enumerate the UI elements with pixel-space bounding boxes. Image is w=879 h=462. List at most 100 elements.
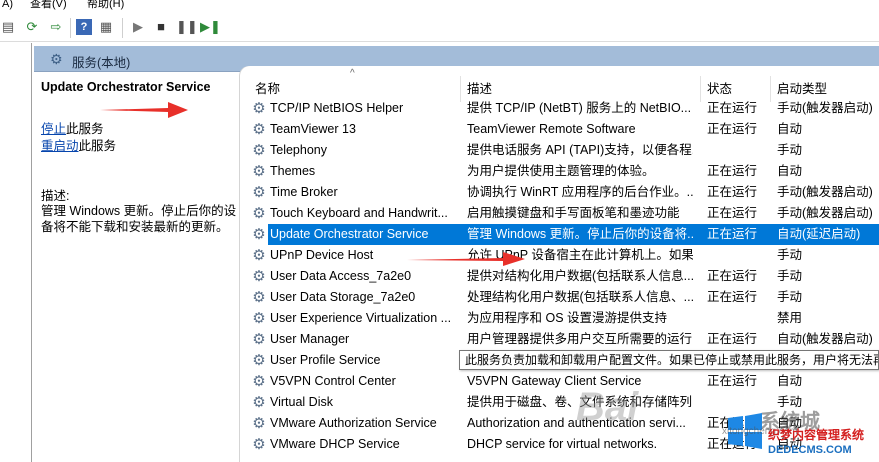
service-name: Telephony (270, 143, 327, 157)
service-row[interactable]: ⚙ User Data Storage_7a2e0 处理结构化用户数据(包括联系人信… (240, 287, 879, 308)
gear-icon: ⚙ (252, 373, 266, 390)
stop-service-suffix: 此服务 (66, 122, 104, 136)
gear-icon: ⚙ (252, 247, 266, 264)
stop-service-icon[interactable]: ■ (153, 19, 169, 35)
start-service-icon[interactable]: ▶ (130, 19, 146, 35)
service-status: 正在运行 (707, 227, 758, 241)
service-name: User Data Storage_7a2e0 (270, 290, 416, 304)
help-icon[interactable]: ? (76, 19, 92, 35)
service-name: TCP/IP NetBIOS Helper (270, 101, 404, 115)
gear-icon: ⚙ (252, 310, 266, 327)
stop-service-link[interactable]: 停止 (41, 122, 66, 136)
pause-service-icon[interactable]: ❚❚ (176, 19, 198, 35)
description-label: 描述: (41, 189, 70, 203)
service-startup-type: 自动 (777, 122, 803, 136)
dedecms-url-watermark: DEDECMS.COM (768, 444, 852, 456)
service-startup-type: 自动(触发器启动) (777, 332, 873, 346)
service-startup-type: 手动 (777, 269, 803, 283)
service-status: 正在运行 (707, 101, 758, 115)
service-name: User Manager (270, 332, 350, 346)
restart-service-icon[interactable]: ▶❚ (200, 19, 221, 35)
service-name: Touch Keyboard and Handwrit... (270, 206, 448, 220)
menu-action[interactable]: A) (2, 0, 13, 10)
column-header-name[interactable]: 名称 (255, 78, 280, 97)
toolbar: ▤ ⟳ ⇨ ? ▦ ▶ ■ ❚❚ ▶❚ (0, 14, 879, 42)
service-name: TeamViewer 13 (270, 122, 356, 136)
gear-icon: ⚙ (252, 184, 266, 201)
service-name: User Profile Service (270, 353, 381, 367)
service-row[interactable]: ⚙ Time Broker 协调执行 WinRT 应用程序的后台作业。... 正在运行… (240, 182, 879, 203)
service-status: 正在运行 (707, 332, 758, 346)
service-description: TeamViewer Remote Software (467, 122, 636, 136)
service-row[interactable]: ⚙ TeamViewer 13 TeamViewer Remote Software… (240, 119, 879, 140)
selected-row-icon-cell[interactable]: ⚙ (240, 224, 268, 245)
toolbar-separator (122, 18, 123, 38)
services-list: ^ 名称 描述 状态 启动类型 ⚙ TCP/IP NetBIOS Helper 提供… (240, 66, 879, 462)
service-description: 用户管理器提供多用户交互所需要的运行... (467, 332, 693, 346)
service-row[interactable]: ⚙ TCP/IP NetBIOS Helper 提供 TCP/IP (NetBT) … (240, 98, 879, 119)
service-description: 启用触摸键盘和手写面板笔和墨迹功能 (467, 206, 680, 220)
service-startup-type: 手动 (777, 290, 803, 304)
menu-help[interactable]: 帮助(H) (87, 0, 124, 10)
gear-icon: ⚙ (252, 394, 266, 411)
gear-icon: ⚙ (252, 226, 266, 243)
service-tooltip: 此服务负责加载和卸载用户配置文件。如果已停止或禁用此服务，用户将无法再 (459, 350, 879, 370)
show-tree-icon[interactable]: ▤ (0, 19, 16, 35)
export-list-icon[interactable]: ⇨ (48, 19, 64, 35)
gear-icon: ⚙ (252, 436, 266, 453)
service-row[interactable]: ⚙ Telephony 提供电话服务 API (TAPI)支持，以便各程... 手动 (240, 140, 879, 161)
column-header-description[interactable]: 描述 (467, 78, 492, 97)
service-startup-type: 禁用 (777, 311, 803, 325)
service-row[interactable]: ⚙ User Data Access_7a2e0 提供对结构化用户数据(包括联系人信… (240, 266, 879, 287)
refresh-icon[interactable]: ⟳ (24, 19, 40, 35)
service-row[interactable]: ⚙ V5VPN Control Center V5VPN Gateway Clien… (240, 371, 879, 392)
service-startup-type: 自动(延迟启动) (777, 227, 861, 241)
menu-view[interactable]: 查看(V) (30, 0, 67, 10)
annotation-arrow-icon (100, 102, 188, 118)
description-text: 管理 Windows 更新。停止后你的设备将不能下载和安装最新的更新。 (41, 204, 237, 234)
service-row-selected[interactable]: Update Orchestrator Service 管理 Windows 更新… (268, 224, 879, 245)
service-row[interactable]: ⚙ Touch Keyboard and Handwrit... 启用触摸键盘和手写… (240, 203, 879, 224)
console-tree[interactable] (0, 43, 32, 462)
gear-icon: ⚙ (252, 205, 266, 222)
restart-service-suffix: 此服务 (78, 139, 117, 153)
service-startup-type: 手动(触发器启动) (777, 206, 873, 220)
service-description: 提供 TCP/IP (NetBT) 服务上的 NetBIO... (467, 101, 692, 115)
service-row[interactable]: ⚙ User Manager 用户管理器提供多用户交互所需要的运行... 正在运行 自动… (240, 329, 879, 350)
service-description: 协调执行 WinRT 应用程序的后台作业。... (467, 185, 693, 199)
column-header-status[interactable]: 状态 (707, 78, 732, 97)
service-status: 正在运行 (707, 164, 758, 178)
gear-icon: ⚙ (252, 163, 266, 180)
annotation-arrow-icon (407, 252, 525, 266)
restart-service-link[interactable]: 重启动 (41, 139, 79, 153)
service-status: 正在运行 (707, 122, 758, 136)
properties-icon[interactable]: ▦ (98, 19, 114, 35)
restart-service-line: 重启动此服务 (41, 135, 116, 154)
service-status: 正在运行 (707, 290, 758, 304)
service-startup-type: 自动 (777, 374, 803, 388)
service-row[interactable]: ⚙ Themes 为用户提供使用主题管理的体验。 正在运行 自动 (240, 161, 879, 182)
gear-icon: ⚙ (252, 331, 266, 348)
service-detail-pane: Update Orchestrator Service 停止此服务 重启动此服务… (34, 73, 240, 462)
selected-service-name: Update Orchestrator Service (41, 80, 211, 94)
service-description: 提供电话服务 API (TAPI)支持，以便各程... (467, 143, 693, 157)
gear-icon: ⚙ (252, 415, 266, 432)
service-status: 正在运行 (707, 269, 758, 283)
service-startup-type: 手动 (777, 143, 803, 157)
baidu-watermark: Bai (576, 385, 639, 429)
gear-icon: ⚙ (50, 51, 63, 67)
service-name: V5VPN Control Center (270, 374, 396, 388)
gear-icon: ⚙ (252, 142, 266, 159)
service-name: Virtual Disk (270, 395, 333, 409)
service-row[interactable]: ⚙ User Experience Virtualization ... 为应用程序… (240, 308, 879, 329)
service-name: Themes (270, 164, 316, 178)
service-row[interactable]: ⚙ UPnP Device Host 允许 UPnP 设备宿主在此计算机上。如果..… (240, 245, 879, 266)
service-startup-type: 自动 (777, 164, 803, 178)
service-name: VMware Authorization Service (270, 416, 437, 430)
column-header-startup-type[interactable]: 启动类型 (777, 78, 827, 97)
service-startup-type: 手动(触发器启动) (777, 185, 873, 199)
service-name: User Experience Virtualization ... (270, 311, 452, 325)
service-description: DHCP service for virtual networks. (467, 437, 658, 451)
gear-icon: ⚙ (252, 100, 266, 117)
service-description: 为用户提供使用主题管理的体验。 (467, 164, 655, 178)
